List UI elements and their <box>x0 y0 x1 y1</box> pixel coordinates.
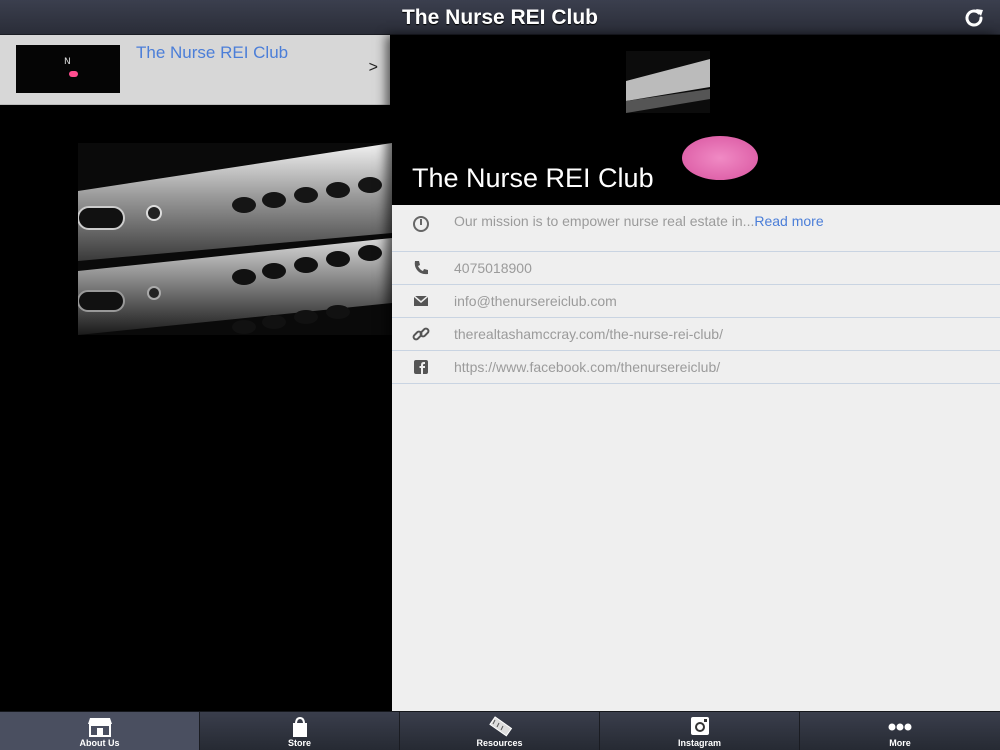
detail-hero: The Nurse REI Club <box>392 35 1000 205</box>
read-more-link[interactable]: Read more <box>754 213 823 229</box>
facebook-icon <box>414 360 428 374</box>
facebook-row[interactable]: https://www.facebook.com/thenursereiclub… <box>392 351 1000 384</box>
phone-row[interactable]: 4075018900 <box>392 252 1000 285</box>
app-header: The Nurse REI Club <box>0 0 1000 35</box>
chevron-right-icon: > <box>368 59 378 76</box>
info-icon <box>413 216 429 232</box>
list-item-thumbnail: N <box>16 45 120 93</box>
tab-about-us[interactable]: About Us <box>0 712 200 750</box>
thumbnail-logo-dot <box>69 71 78 77</box>
email-address: info@thenursereiclub.com <box>454 293 617 309</box>
tab-label: Store <box>287 738 311 748</box>
facebook-url: https://www.facebook.com/thenursereiclub… <box>454 359 721 375</box>
tab-bar: About Us Store Resources Instagram More <box>0 711 1000 750</box>
page-title: The Nurse REI Club <box>401 6 599 29</box>
pencil-icon <box>489 716 513 737</box>
detail-pane: The Nurse REI Club Our mission is to emp… <box>392 35 1000 711</box>
mission-text: Our mission is to empower nurse real est… <box>454 214 970 229</box>
website-url: therealtashamccray.com/the-nurse-rei-clu… <box>454 326 723 342</box>
mission-row[interactable]: Our mission is to empower nurse real est… <box>392 207 1000 252</box>
bag-icon <box>293 716 307 737</box>
phone-photo <box>78 143 392 335</box>
tab-instagram[interactable]: Instagram <box>600 712 800 750</box>
instagram-icon <box>691 717 709 735</box>
more-icon <box>888 723 912 731</box>
detail-title: The Nurse REI Club <box>412 163 654 193</box>
tab-label: More <box>889 738 911 748</box>
tab-more[interactable]: More <box>800 712 1000 750</box>
email-row[interactable]: info@thenursereiclub.com <box>392 285 1000 318</box>
tab-label: Resources <box>476 738 523 748</box>
tab-store[interactable]: Store <box>200 712 400 750</box>
club-logo <box>682 136 758 180</box>
tab-label: About Us <box>79 738 120 748</box>
phone-number: 4075018900 <box>454 260 532 276</box>
list-item-label: The Nurse REI Club <box>136 43 289 62</box>
link-icon <box>412 327 430 341</box>
mission-summary: Our mission is to empower nurse real est… <box>454 213 755 229</box>
website-row[interactable]: therealtashamccray.com/the-nurse-rei-clu… <box>392 318 1000 351</box>
thumbnail-letter: N <box>64 57 71 67</box>
list-item[interactable]: N The Nurse REI Club > <box>0 35 390 105</box>
tab-label: Instagram <box>677 738 721 748</box>
list-pane: N The Nurse REI Club > <box>0 35 392 711</box>
tab-resources[interactable]: Resources <box>400 712 600 750</box>
phone-icon <box>414 261 428 275</box>
email-icon <box>413 295 429 306</box>
hero-thumbnail <box>626 51 710 113</box>
refresh-icon[interactable] <box>962 6 986 30</box>
store-icon <box>88 718 112 737</box>
